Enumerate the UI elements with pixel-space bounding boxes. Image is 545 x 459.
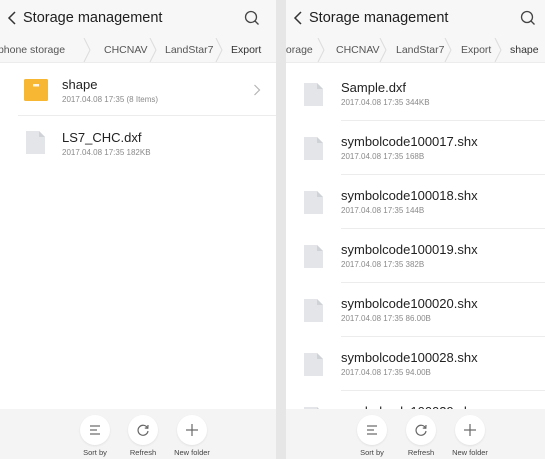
file-icon [304,245,323,268]
row-divider [341,390,545,391]
list-item-file[interactable]: LS7_CHC.dxf 2017.04.08 17:35 182KB [0,116,276,169]
list-item-file[interactable]: symbolcode100019.shx 2017.04.08 17:35 382… [286,230,545,283]
breadcrumb-item-chcnav[interactable]: CHCNAV [336,38,380,62]
new-folder-button[interactable]: New folder [440,415,500,459]
item-meta: 2017.04.08 17:35 344KB [341,98,430,107]
file-icon [304,353,323,376]
file-icon [304,83,323,106]
item-meta: 2017.04.08 17:35 168B [341,152,425,161]
new-folder-button-circle [455,415,485,445]
back-arrow-icon[interactable] [292,9,306,27]
sort-icon [367,425,377,435]
breadcrumb-separator-icon [379,38,387,62]
breadcrumb-item-internal-storage[interactable]: Internal phone storage [0,38,65,62]
sort-icon [90,425,100,435]
file-icon [304,137,323,160]
row-divider [341,282,545,283]
breadcrumb-item-landstar7[interactable]: LandStar7 [396,38,444,62]
row-divider [341,228,545,229]
list-item-file[interactable]: symbolcode100018.shx 2017.04.08 17:35 144… [286,176,545,229]
breadcrumb-item-export[interactable]: Export [461,38,491,62]
row-divider [341,336,545,337]
new-folder-label: New folder [452,448,488,457]
refresh-icon [415,424,427,436]
breadcrumb-separator-icon [444,38,452,62]
new-folder-button[interactable]: New folder [162,415,222,459]
item-name: shape [62,77,98,92]
search-icon[interactable] [519,9,537,27]
new-folder-label: New folder [174,448,210,457]
breadcrumb: Storage CHCNAV LandStar7 Export shape [286,38,545,63]
item-meta: 2017.04.08 17:35 (8 Items) [62,95,159,104]
item-meta: 2017.04.08 17:35 382B [341,260,425,269]
item-name: symbolcode100019.shx [341,242,478,257]
pane-divider [276,0,286,459]
sort-button-circle [80,415,110,445]
breadcrumb-item-storage[interactable]: Storage [286,38,313,62]
item-name: Sample.dxf [341,80,407,95]
page-title: Storage management [23,10,163,26]
page-title: Storage management [309,10,449,26]
item-name: symbolcode100020.shx [341,296,478,311]
header-bar: Storage management [286,0,545,38]
breadcrumb-separator-icon [83,38,91,62]
breadcrumb-separator-icon [494,38,502,62]
refresh-icon [137,424,149,436]
item-name: symbolcode100017.shx [341,134,478,149]
plus-icon [464,424,476,436]
refresh-button-circle [406,415,436,445]
item-meta: 2017.04.08 17:35 86.00B [341,314,431,323]
list-item-file[interactable]: symbolcode100028.shx 2017.04.08 17:35 94.… [286,338,545,391]
file-icon [304,299,323,322]
sort-button-circle [357,415,387,445]
right-pane: Storage management Storage CHCNAV LandSt… [286,0,545,459]
breadcrumb-item-shape[interactable]: shape [510,38,539,62]
row-divider [341,120,545,121]
refresh-button-circle [128,415,158,445]
bottom-toolbar: Sort by Refresh New folder [286,409,545,459]
item-meta: 2017.04.08 17:35 94.00B [341,368,431,377]
item-meta: 2017.04.08 17:35 182KB [62,148,151,157]
header-bar: Storage management [0,0,276,38]
list-item-file[interactable]: Sample.dxf 2017.04.08 17:35 344KB [286,68,545,121]
item-name: symbolcode100018.shx [341,188,478,203]
list-item-file[interactable]: symbolcode100017.shx 2017.04.08 17:35 168… [286,122,545,175]
list-item-file[interactable]: symbolcode100020.shx 2017.04.08 17:35 86.… [286,284,545,337]
bottom-toolbar: Sort by Refresh New folder [0,409,276,459]
file-icon [26,131,45,154]
list-item-folder[interactable]: shape 2017.04.08 17:35 (8 Items) [0,63,276,116]
plus-icon [186,424,198,436]
item-name: symbolcode100028.shx [341,350,478,365]
folder-icon [24,79,48,101]
item-meta: 2017.04.08 17:35 144B [341,206,425,215]
left-pane: Storage management Internal phone storag… [0,0,276,459]
back-arrow-icon[interactable] [6,9,20,27]
new-folder-button-circle [177,415,207,445]
breadcrumb-separator-icon [317,38,325,62]
breadcrumb-item-chcnav[interactable]: CHCNAV [104,38,148,62]
chevron-right-icon [254,84,261,96]
breadcrumb-separator-icon [149,38,157,62]
breadcrumb-separator-icon [215,38,223,62]
row-divider [341,174,545,175]
file-icon [304,191,323,214]
breadcrumb: Internal phone storage CHCNAV LandStar7 … [0,38,276,63]
breadcrumb-item-export[interactable]: Export [231,38,261,62]
item-name: LS7_CHC.dxf [62,130,142,145]
breadcrumb-item-landstar7[interactable]: LandStar7 [165,38,213,62]
search-icon[interactable] [243,9,261,27]
